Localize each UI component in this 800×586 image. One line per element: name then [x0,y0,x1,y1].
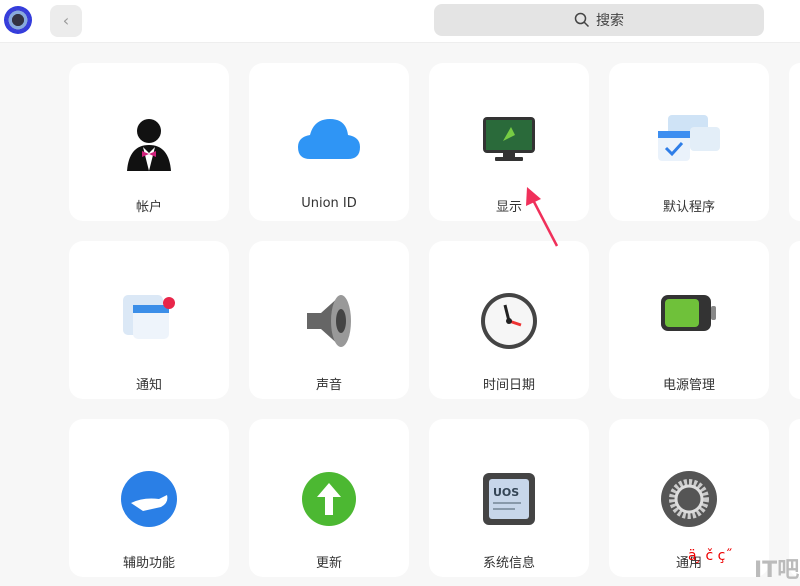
system-info-icon: UOS [479,469,539,533]
settings-item-clock[interactable]: 时间日期 [429,241,589,399]
speaker-icon [301,291,357,355]
accessibility-icon [119,469,179,533]
item-label: 显示 [495,200,522,215]
item-label: 通知 [135,378,162,393]
monitor-icon [481,113,537,169]
item-label: 声音 [315,378,342,393]
settings-item-system-info[interactable]: UOS 系统信息 [429,419,589,577]
partial-card [789,241,800,399]
partial-card [789,63,800,221]
account-icon [123,113,175,177]
item-label: 默认程序 [662,200,715,215]
search-input[interactable]: 搜索 [434,4,764,36]
search-icon [574,12,590,28]
item-label: 时间日期 [482,378,535,393]
item-label: 更新 [315,556,342,571]
default-apps-icon [656,113,722,169]
item-label: 电源管理 [662,378,715,393]
settings-item-accessibility[interactable]: 辅助功能 [69,419,229,577]
settings-item-monitor[interactable]: 显示 [429,63,589,221]
back-chevron-icon: ‹ [62,11,70,30]
clock-icon [479,291,539,355]
settings-item-notification[interactable]: 通知 [69,241,229,399]
cloud-icon [296,113,362,167]
back-button[interactable]: ‹ [50,5,82,37]
settings-item-update[interactable]: 更新 [249,419,409,577]
watermark-garbled: ä ̧ č ç˝ [688,548,733,564]
settings-item-account[interactable]: 帐户 [69,63,229,221]
watermark: IT吧 [754,558,800,583]
settings-item-battery[interactable]: 电源管理 [609,241,769,399]
item-label: 系统信息 [482,556,535,571]
search-placeholder: 搜索 [596,13,624,29]
item-label: Union ID [301,196,357,211]
item-label: 辅助功能 [122,556,175,571]
svg-text:UOS: UOS [493,486,519,499]
notification-icon [119,291,179,349]
title-bar: ‹ 搜索 [0,0,800,43]
gear-icon [659,469,719,533]
update-icon [299,469,359,533]
item-label: 帐户 [135,200,162,215]
settings-item-default-apps[interactable]: 默认程序 [609,63,769,221]
settings-item-cloud[interactable]: Union ID [249,63,409,221]
app-logo-icon [4,6,32,34]
battery-icon [659,291,719,339]
settings-item-speaker[interactable]: 声音 [249,241,409,399]
